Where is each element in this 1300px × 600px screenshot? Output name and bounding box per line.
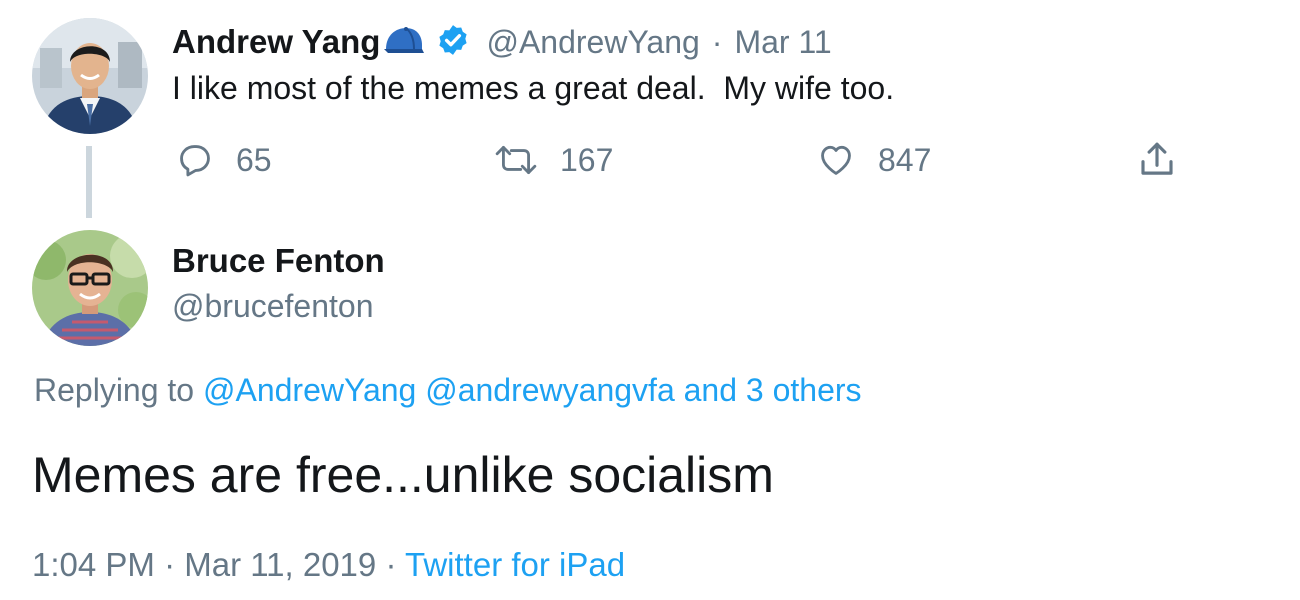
replying-to-line: Replying to @AndrewYang @andrewyangvfa a… (34, 372, 862, 409)
reply-button[interactable]: 65 (176, 138, 272, 182)
mention-link-andrewyangvfa[interactable]: @andrewyangvfa (425, 372, 675, 408)
thread-connector-line (86, 146, 92, 218)
tweet-metadata: 1:04 PM · Mar 11, 2019 · Twitter for iPa… (32, 546, 625, 584)
avatar-bruce-fenton[interactable] (32, 230, 148, 346)
mention-link-andrewyang[interactable]: @AndrewYang (203, 372, 416, 408)
original-tweet-text: I like most of the memes a great deal. M… (172, 70, 895, 106)
tweet-time[interactable]: 1:04 PM (32, 546, 155, 583)
verified-badge-icon (436, 23, 470, 62)
avatar-bruce-fenton-image (32, 230, 148, 346)
retweet-button[interactable]: 167 (494, 138, 613, 182)
retweet-count: 167 (560, 141, 614, 178)
meta-separator-2: · (385, 546, 397, 583)
replying-to-prefix: Replying to (34, 372, 195, 408)
avatar-andrew-yang[interactable] (32, 18, 148, 134)
reply-count: 65 (236, 141, 272, 178)
original-author-handle[interactable]: @AndrewYang (486, 24, 699, 61)
others-link[interactable]: and 3 others (684, 372, 862, 408)
header-separator: · (711, 23, 723, 60)
reply-author-name[interactable]: Bruce Fenton (172, 242, 385, 280)
heart-icon (816, 141, 856, 179)
meta-separator-1: · (164, 546, 176, 583)
reply-icon (176, 141, 214, 179)
tweet-date[interactable]: Mar 11, 2019 (184, 546, 376, 583)
original-tweet-header: Andrew Yang @AndrewYang · Mar 11 (172, 20, 832, 64)
like-button[interactable]: 847 (816, 138, 931, 182)
like-count: 847 (878, 141, 932, 178)
share-button[interactable] (1136, 138, 1178, 182)
original-tweet-date[interactable]: Mar 11 (734, 24, 831, 61)
tweet-source-link[interactable]: Twitter for iPad (405, 546, 625, 583)
reply-tweet-text: Memes are free...unlike socialism (32, 447, 774, 503)
original-author-name[interactable]: Andrew Yang (172, 23, 380, 61)
blue-cap-icon (382, 25, 426, 60)
avatar-andrew-yang-image (32, 18, 148, 134)
share-icon (1136, 139, 1178, 181)
retweet-icon (494, 141, 538, 179)
reply-author-handle[interactable]: @brucefenton (172, 288, 374, 325)
